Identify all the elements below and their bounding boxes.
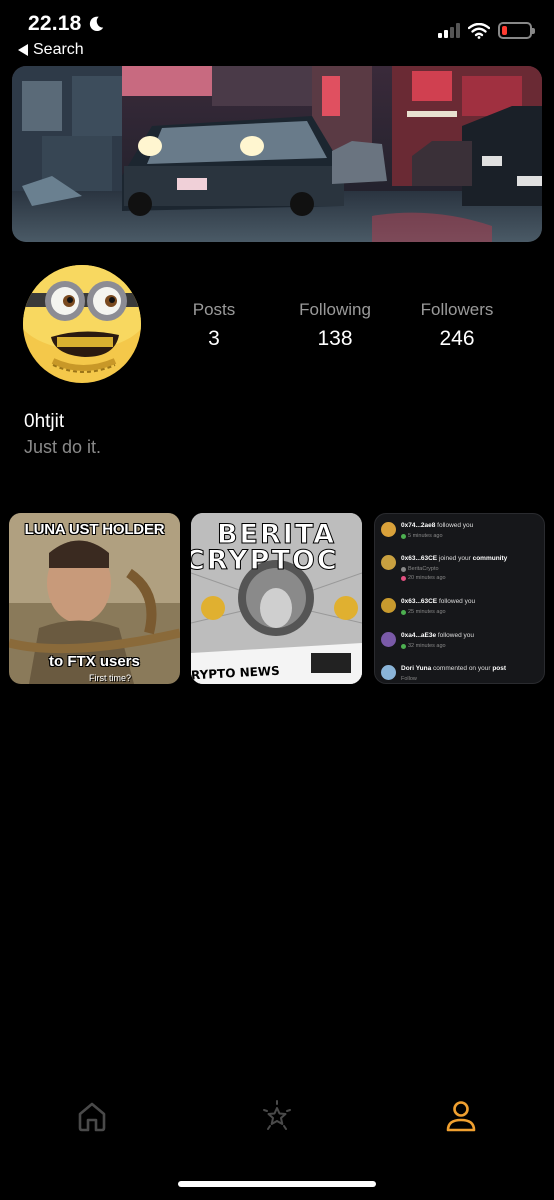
stat-followers[interactable]: Followers 246: [397, 300, 517, 351]
moon-icon: [89, 16, 103, 32]
city-street-car-banner-image: [12, 66, 542, 242]
back-label: Search: [33, 41, 84, 58]
avatar-dot: [381, 555, 396, 570]
follow-icon: [401, 533, 406, 539]
meme-sub-text: First time?: [89, 673, 132, 683]
stat-value: 246: [439, 327, 475, 350]
notif-actor: 0x63...63CE: [401, 598, 438, 605]
notif-meta: 20 minutes ago: [408, 575, 446, 581]
notif-actor: Dori Yuna: [401, 665, 432, 672]
avatar-dot: [381, 632, 396, 647]
notif-action: followed you: [438, 598, 476, 605]
avatar-dot: [381, 665, 396, 680]
notif-action: followed you: [437, 522, 474, 529]
berita-title-line2: CRYPTOC: [191, 545, 339, 576]
status-time: 22.18: [28, 12, 105, 36]
notif-action: followed you: [437, 632, 475, 639]
profile-banner: [12, 66, 542, 242]
notif-action: joined your: [438, 555, 471, 562]
notification-item: 0x63...63CE joined your community Berita…: [379, 551, 540, 591]
star-icon: [263, 1100, 291, 1130]
notif-meta: BeritaCrypto: [408, 566, 439, 572]
notif-meta: 5 minutes ago: [408, 533, 443, 539]
notif-meta: Follow: [401, 676, 417, 682]
home-indicator[interactable]: [178, 1181, 376, 1187]
notif-actor: 0xa4...aE3e: [401, 632, 437, 639]
minion-avatar-icon: [23, 265, 141, 383]
meme-top-text: LUNA UST HOLDER: [24, 521, 165, 538]
join-icon: [401, 575, 406, 581]
notif-meta: 32 minutes ago: [408, 643, 446, 649]
tab-discover[interactable]: [257, 1096, 297, 1136]
notification-item: Dori Yuna commented on your post Follow: [379, 661, 540, 683]
notif-actor: 0x74...2ae8: [401, 522, 436, 529]
avatar-dot: [381, 522, 396, 537]
notif-action: commented on your: [433, 665, 491, 672]
battery-icon: [498, 22, 535, 39]
stat-value: 138: [317, 327, 353, 350]
tab-profile[interactable]: [441, 1096, 481, 1136]
follow-icon: [401, 643, 406, 649]
back-to-search-button[interactable]: Search: [18, 41, 84, 59]
berita-title-line1: BERITA: [216, 519, 337, 550]
battery-level: [502, 26, 507, 35]
signal-icon: [438, 23, 460, 38]
wifi-icon: [468, 22, 490, 39]
post-thumbnail-berita-crypto[interactable]: BERITA CRYPTOC RYPTO NEWS: [191, 513, 362, 684]
stat-label: Following: [299, 300, 371, 319]
notif-actor: 0x63...63CE: [401, 555, 438, 562]
status-indicators: [438, 22, 535, 39]
stat-value: 3: [208, 327, 220, 350]
avatar-dot: [381, 598, 396, 613]
notif-meta: 25 minutes ago: [408, 609, 446, 615]
bio: Just do it.: [24, 437, 102, 457]
home-icon: [78, 1102, 106, 1132]
profile-avatar[interactable]: [23, 265, 141, 383]
tab-home[interactable]: [72, 1096, 112, 1136]
post-thumbnail-luna-meme[interactable]: LUNA UST HOLDER to FTX users First time?: [9, 513, 180, 684]
notif-target: post: [492, 665, 507, 672]
community-icon: [401, 566, 406, 572]
stat-label: Posts: [192, 300, 236, 319]
follow-icon: [401, 609, 406, 615]
back-arrow-icon: [18, 44, 28, 56]
notif-target: community: [472, 555, 508, 562]
clock-text: 22.18: [28, 12, 82, 35]
meme-bottom-text: to FTX users: [49, 653, 140, 670]
stat-label: Followers: [420, 300, 494, 319]
stat-posts[interactable]: Posts 3: [154, 300, 274, 351]
person-icon: [446, 1101, 476, 1132]
username: 0htjit: [24, 411, 65, 432]
post-thumbnail-notifications[interactable]: 0x74...2ae8 followed you 5 minutes ago 0…: [374, 513, 545, 684]
stat-following[interactable]: Following 138: [275, 300, 395, 351]
